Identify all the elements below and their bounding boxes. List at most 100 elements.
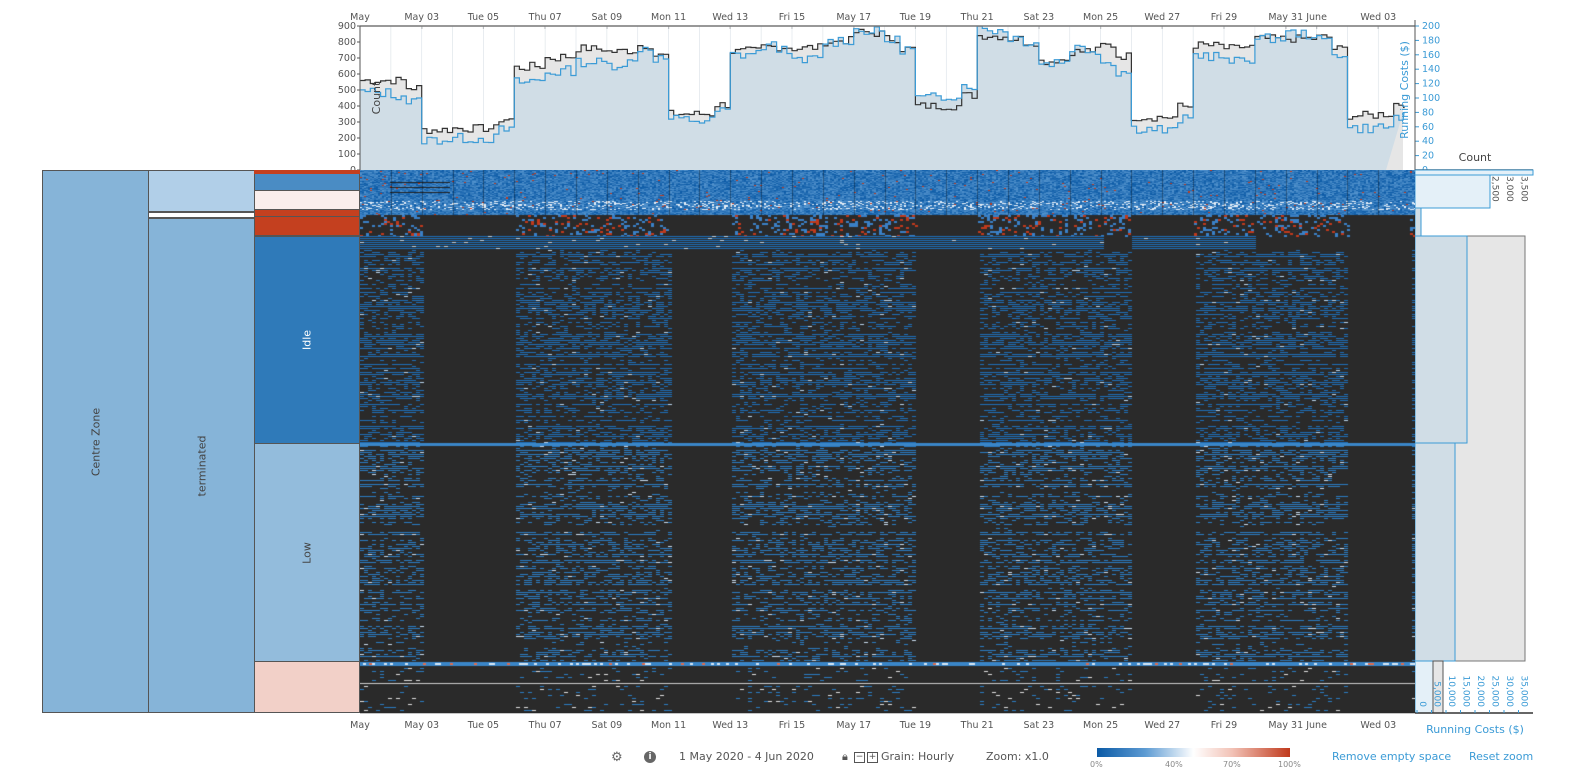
colorscale-tick-40: 40% (1165, 760, 1183, 769)
cost-hist-bar-idle (1415, 235, 1468, 444)
overview-x-tick: Tue 05 (467, 12, 499, 23)
overview-x-tick: Thu 07 (528, 12, 562, 23)
overview-x-tick: Wed 13 (712, 12, 748, 23)
count-y-tick: 300 (338, 117, 356, 128)
count-hist-tick: 3,500 (1519, 176, 1529, 202)
cost-hist-bar-2 (1415, 207, 1422, 237)
level2-block-1[interactable] (148, 170, 255, 212)
bottom-x-tick: Wed 27 (1144, 720, 1180, 731)
reset-zoom-link[interactable]: Reset zoom (1469, 750, 1533, 763)
lock-icon[interactable]: 🔒︎ (842, 750, 848, 764)
side-histograms[interactable]: Count 05001,0001,5002,0002,5003,0003,500… (1415, 145, 1570, 745)
count-hist-tick: 3,000 (1504, 176, 1514, 202)
cost-y-tick: 180 (1422, 35, 1440, 46)
cost-hist-tick: 0 (1417, 701, 1427, 707)
cost-hist-title: Running Costs ($) (1426, 723, 1524, 736)
overview-x-tick: Sat 23 (1024, 12, 1055, 23)
level3-low[interactable]: Low (254, 443, 360, 662)
cost-hist-tick: 10,000 (1446, 676, 1456, 708)
level1-label: Centre Zone (89, 407, 102, 476)
bottom-x-tick: May (350, 720, 370, 731)
level3-block-9[interactable] (254, 661, 360, 713)
info-icon[interactable]: i (644, 751, 656, 763)
count-y-tick: 900 (338, 21, 356, 32)
cost-hist-tick: 5,000 (1432, 681, 1442, 707)
overview-x-tick: June (1305, 12, 1327, 23)
overview-x-tick: May 03 (404, 12, 439, 23)
cost-y-tick: 200 (1422, 21, 1440, 32)
category-hierarchy: Centre Zone terminated Idle Low (42, 170, 360, 713)
colorscale-tick-0: 0% (1090, 760, 1103, 769)
overview-x-tick: Mon 25 (1083, 12, 1118, 23)
overview-x-tick: Fri 15 (779, 12, 805, 23)
cost-hist-tick: 25,000 (1490, 676, 1500, 708)
bottom-x-tick: Mon 25 (1083, 720, 1118, 731)
overview-x-tick: Sat 09 (592, 12, 623, 23)
bottom-x-tick: June (1305, 720, 1327, 731)
cost-hist-tick: 35,000 (1519, 676, 1529, 708)
count-hist-title: Count (1459, 151, 1492, 164)
cost-hist-bar-low (1415, 442, 1456, 662)
cost-hist-tick: 15,000 (1461, 676, 1471, 708)
bottom-x-tick: Sat 23 (1024, 720, 1055, 731)
bottom-x-tick: Sat 09 (592, 720, 623, 731)
overview-y-axis: 0100200300400500600700800900 (338, 21, 360, 170)
cost-y-tick: 120 (1422, 79, 1440, 90)
bottom-x-tick: Tue 05 (467, 720, 499, 731)
overview-x-tick: Fri 29 (1211, 12, 1237, 23)
heatmap-x-axis: May May 03 Tue 05 Thu 07 Sat 09 Mon 11 Wed 13 F… (350, 713, 1415, 731)
level3-block-3[interactable] (254, 190, 360, 210)
level2-label: terminated (195, 435, 208, 496)
date-range: 1 May 2020 - 4 Jun 2020 (679, 750, 814, 763)
overview-x-tick: Wed 27 (1144, 12, 1180, 23)
level3-block-5[interactable] (254, 216, 360, 236)
count-hist-tick: 2,500 (1490, 176, 1500, 202)
cost-y-tick: 140 (1422, 64, 1440, 75)
overview-x-tick: May 17 (836, 12, 871, 23)
cost-y-tick: 80 (1422, 107, 1434, 118)
grain-label[interactable]: Grain: Hourly (881, 750, 954, 763)
heatmap-canvas[interactable] (360, 170, 1416, 713)
count-y-tick: 800 (338, 37, 356, 48)
bottom-x-tick: May 03 (404, 720, 439, 731)
level3-block-2[interactable] (254, 174, 360, 190)
bottom-x-tick: Fri 15 (779, 720, 805, 731)
overview-x-tick: Tue 19 (899, 12, 931, 23)
level1-centre-zone[interactable]: Centre Zone (42, 170, 149, 713)
cost-y-tick: 160 (1422, 50, 1440, 61)
remove-empty-space-link[interactable]: Remove empty space (1332, 750, 1451, 763)
count-y-tick: 200 (338, 133, 356, 144)
count-y-tick: 700 (338, 53, 356, 64)
cost-y-tick: 60 (1422, 122, 1434, 133)
cost-y-tick: 100 (1422, 93, 1440, 104)
minus-box-icon[interactable]: − (854, 752, 865, 763)
overview-x-tick: Wed 03 (1360, 12, 1396, 23)
overview-chart[interactable]: May May 03 Tue 05 Thu 07 Sat 09 Mon 11 Wed 13 F… (0, 0, 1570, 170)
overview-x-tick: May 31 (1268, 12, 1303, 23)
cost-hist-tick: 20,000 (1475, 676, 1485, 708)
plus-box-icon[interactable]: + (867, 752, 878, 763)
level3-low-label: Low (300, 541, 314, 564)
overview-x-tick: Thu 21 (960, 12, 994, 23)
cost-hist-tick: 30,000 (1504, 676, 1514, 708)
bottom-x-tick: Wed 03 (1360, 720, 1396, 731)
bottom-x-tick: May 31 (1268, 720, 1303, 731)
colorscale-tick-100: 100% (1278, 760, 1301, 769)
running-costs-axis-label: Running Costs ($) (1398, 41, 1411, 139)
count-y-tick: 600 (338, 69, 356, 80)
bottom-x-tick: Mon 11 (651, 720, 686, 731)
cost-hist-bar-0 (1415, 169, 1534, 176)
level3-idle[interactable]: Idle (254, 236, 360, 444)
bottom-x-tick: May 17 (836, 720, 871, 731)
count-y-tick: 400 (338, 101, 356, 112)
count-y-tick: 100 (338, 149, 356, 160)
zoom-label: Zoom: x1.0 (986, 750, 1049, 763)
colorscale-bar (1097, 748, 1290, 757)
bottom-x-tick: Fri 29 (1211, 720, 1237, 731)
cost-hist-bar-1 (1415, 174, 1491, 209)
level3-idle-label: Idle (300, 329, 314, 351)
overview-x-tick: Mon 11 (651, 12, 686, 23)
level2-terminated[interactable]: terminated (148, 218, 255, 713)
gear-icon[interactable]: ⚙ (611, 750, 623, 765)
bottom-x-tick: Wed 13 (712, 720, 748, 731)
